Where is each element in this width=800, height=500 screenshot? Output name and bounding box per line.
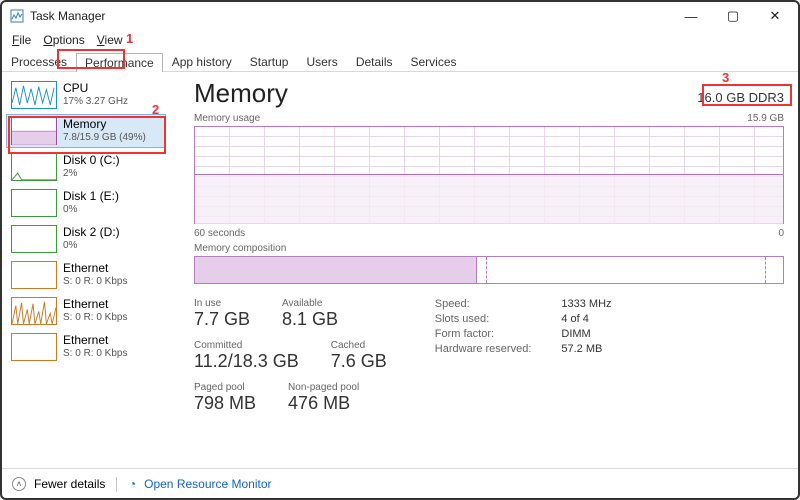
- stat-nonpaged-label: Non-paged pool: [288, 382, 359, 393]
- sidebar-eth0-sub: S: 0 R: 0 Kbps: [63, 276, 127, 288]
- stat-in-use-value: 7.7 GB: [194, 309, 250, 330]
- memory-spec: 16.0 GB DDR3: [697, 90, 784, 105]
- sidebar-memory-sub: 7.8/15.9 GB (49%): [63, 132, 146, 144]
- sidebar-item-eth0[interactable]: EthernetS: 0 R: 0 Kbps: [6, 258, 166, 292]
- fewer-details-button[interactable]: Fewer details: [34, 477, 105, 491]
- sidebar-item-disk0[interactable]: Disk 0 (C:)2%: [6, 150, 166, 184]
- sidebar-item-cpu[interactable]: CPU17% 3.27 GHz: [6, 78, 166, 112]
- sidebar-eth2-title: Ethernet: [63, 334, 127, 348]
- sidebar-eth2-sub: S: 0 R: 0 Kbps: [63, 348, 127, 360]
- stat-paged-label: Paged pool: [194, 382, 256, 393]
- detail-heading: Memory: [194, 78, 288, 109]
- window-title: Task Manager: [30, 9, 105, 23]
- sys-form-v: DIMM: [561, 328, 611, 340]
- sidebar-item-disk2[interactable]: Disk 2 (D:)0%: [6, 222, 166, 256]
- sys-hw-v: 57.2 MB: [561, 343, 611, 355]
- system-info: Speed: 1333 MHz Slots used: 4 of 4 Form fa…: [435, 298, 612, 424]
- tab-bar: Processes Performance App history Startu…: [2, 52, 798, 72]
- sidebar-disk1-sub: 0%: [63, 204, 119, 216]
- chevron-up-icon: ˄: [12, 477, 26, 491]
- tab-users[interactable]: Users: [297, 52, 346, 71]
- tab-details[interactable]: Details: [347, 52, 402, 71]
- menu-options[interactable]: Options: [39, 33, 88, 47]
- menu-file[interactable]: File: [8, 33, 35, 47]
- window-frame: Task Manager — ▢ ✕ File Options View Pro…: [0, 0, 800, 500]
- tab-app-history[interactable]: App history: [163, 52, 241, 71]
- sidebar-cpu-title: CPU: [63, 82, 128, 96]
- stat-cached-label: Cached: [331, 340, 387, 351]
- sys-form-k: Form factor:: [435, 328, 532, 340]
- stat-committed-value: 11.2/18.3 GB: [194, 351, 299, 372]
- sidebar-disk2-sub: 0%: [63, 240, 120, 252]
- memory-usage-chart: [194, 126, 784, 224]
- tab-startup[interactable]: Startup: [241, 52, 298, 71]
- sidebar-eth1-sub: S: 0 R: 0 Kbps: [63, 312, 127, 324]
- composition-divider: [486, 257, 487, 283]
- composition-divider: [765, 257, 766, 283]
- open-resource-monitor-link[interactable]: Open Resource Monitor: [144, 477, 271, 491]
- resource-monitor-icon: ◔: [129, 477, 136, 491]
- tab-processes[interactable]: Processes: [2, 52, 76, 71]
- sidebar-memory-title: Memory: [63, 118, 146, 132]
- chart-comp-label: Memory composition: [194, 243, 286, 254]
- close-button[interactable]: ✕: [754, 2, 796, 30]
- sidebar-disk2-title: Disk 2 (D:): [63, 226, 120, 240]
- sys-speed-v: 1333 MHz: [561, 298, 611, 310]
- sidebar-eth0-title: Ethernet: [63, 262, 127, 276]
- menu-view[interactable]: View: [93, 33, 127, 47]
- sidebar-item-memory[interactable]: Memory7.8/15.9 GB (49%): [6, 114, 166, 148]
- sidebar-disk1-title: Disk 1 (E:): [63, 190, 119, 204]
- stat-available-label: Available: [282, 298, 338, 309]
- stat-available-value: 8.1 GB: [282, 309, 338, 330]
- sidebar-item-disk1[interactable]: Disk 1 (E:)0%: [6, 186, 166, 220]
- menu-bar: File Options View: [2, 30, 798, 50]
- sidebar-item-eth2[interactable]: EthernetS: 0 R: 0 Kbps: [6, 330, 166, 364]
- sys-slots-k: Slots used:: [435, 313, 532, 325]
- stat-cached-value: 7.6 GB: [331, 351, 387, 372]
- stat-in-use-label: In use: [194, 298, 250, 309]
- performance-detail: Memory 16.0 GB DDR3 Memory usage 15.9 GB…: [170, 72, 798, 470]
- chart-usage-max: 15.9 GB: [747, 113, 784, 124]
- memory-composition-chart: [194, 256, 784, 284]
- chart-usage-xleft: 60 seconds: [194, 228, 245, 239]
- sidebar-disk0-title: Disk 0 (C:): [63, 154, 120, 168]
- app-icon: [10, 9, 24, 23]
- minimize-button[interactable]: —: [670, 2, 712, 30]
- tab-services[interactable]: Services: [402, 52, 466, 71]
- status-bar: ˄ Fewer details │ ◔ Open Resource Monito…: [2, 468, 798, 498]
- chart-usage-xright: 0: [778, 228, 784, 239]
- stat-committed-label: Committed: [194, 340, 299, 351]
- sidebar-eth1-title: Ethernet: [63, 298, 127, 312]
- performance-sidebar: CPU17% 3.27 GHz Memory7.8/15.9 GB (49%) …: [2, 72, 170, 470]
- sidebar-item-eth1[interactable]: EthernetS: 0 R: 0 Kbps: [6, 294, 166, 328]
- chart-usage-label: Memory usage: [194, 113, 260, 124]
- stat-nonpaged-value: 476 MB: [288, 393, 359, 414]
- sys-hw-k: Hardware reserved:: [435, 343, 532, 355]
- sidebar-disk0-sub: 2%: [63, 168, 120, 180]
- sidebar-cpu-sub: 17% 3.27 GHz: [63, 96, 128, 108]
- sys-slots-v: 4 of 4: [561, 313, 611, 325]
- maximize-button[interactable]: ▢: [712, 2, 754, 30]
- tab-performance[interactable]: Performance: [76, 53, 163, 72]
- composition-in-use: [195, 257, 477, 283]
- stat-paged-value: 798 MB: [194, 393, 256, 414]
- sys-speed-k: Speed:: [435, 298, 532, 310]
- title-bar: Task Manager — ▢ ✕: [2, 2, 798, 30]
